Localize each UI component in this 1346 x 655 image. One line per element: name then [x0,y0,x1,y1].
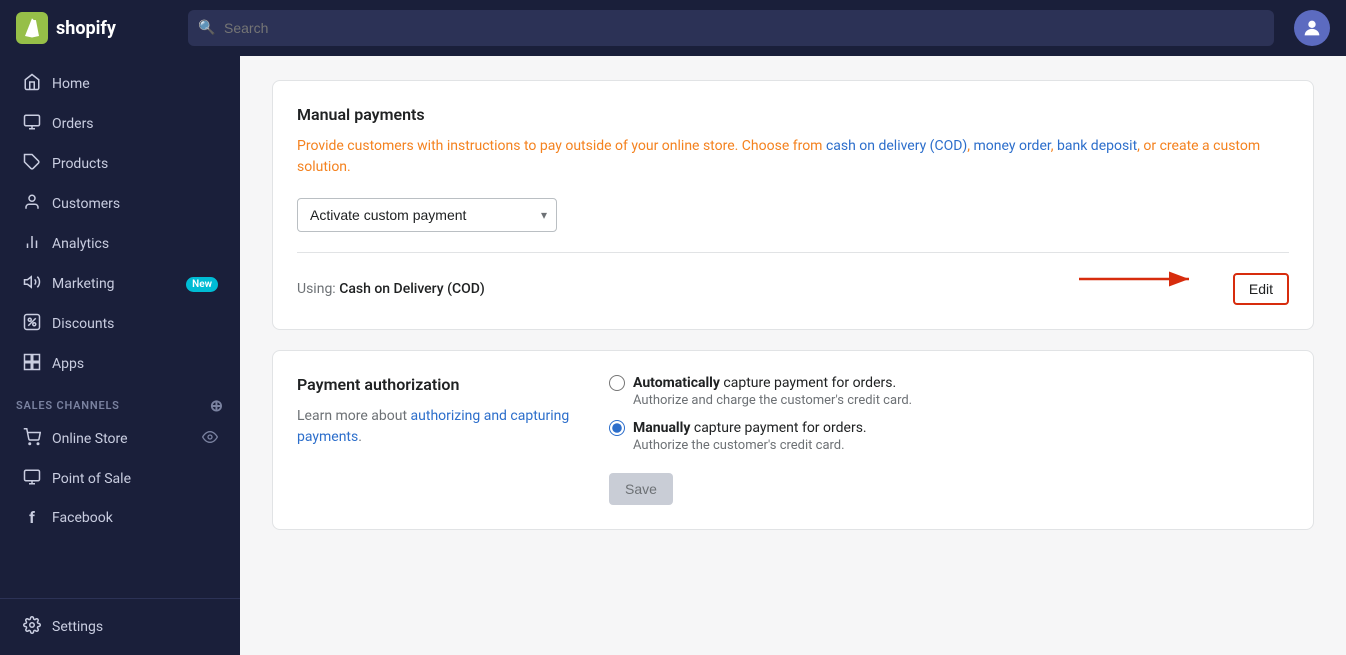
payment-auth-right: Automatically capture payment for orders… [609,375,1289,505]
money-order-link[interactable]: money order [974,138,1051,154]
eye-icon[interactable] [202,429,218,449]
analytics-icon [22,233,42,255]
sidebar-item-discounts-label: Discounts [52,316,114,332]
payment-auth-learn-more: Learn more about authorizing and capturi… [297,406,577,448]
activate-payment-select-wrapper: Activate custom payment Cash on Delivery… [297,198,557,232]
apps-icon [22,353,42,375]
manual-payments-description: Provide customers with instructions to p… [297,136,1289,178]
radio-group: Automatically capture payment for orders… [609,375,1289,453]
sidebar-item-settings-label: Settings [52,619,103,635]
logo-text: shopify [56,18,116,39]
settings-icon [22,616,42,638]
search-input[interactable] [188,10,1274,46]
sales-channels-section: SALES CHANNELS ⊕ [0,384,240,419]
auto-capture-sub: Authorize and charge the customer's cred… [609,393,1289,408]
sidebar-item-home[interactable]: Home [6,64,234,104]
divider [297,252,1289,253]
payment-auth-title: Payment authorization [297,375,577,394]
manual-payments-title: Manual payments [297,105,1289,124]
edit-button[interactable]: Edit [1233,273,1289,305]
manual-capture-radio-item: Manually capture payment for orders. Aut… [609,420,1289,453]
topbar: shopify 🔍 [0,0,1346,56]
using-text: Using: Cash on Delivery (COD) [297,281,485,297]
point-of-sale-icon [22,468,42,490]
marketing-icon [22,273,42,295]
activate-payment-select[interactable]: Activate custom payment Cash on Delivery… [297,198,557,232]
sidebar-item-products-label: Products [52,156,108,172]
sidebar-item-apps-label: Apps [52,356,84,372]
sidebar-item-marketing-label: Marketing [52,276,115,292]
auto-capture-radio[interactable] [609,375,625,391]
main-content: Manual payments Provide customers with i… [240,56,1346,655]
manual-capture-label[interactable]: Manually capture payment for orders. [609,420,1289,436]
payment-auth-card: Payment authorization Learn more about a… [272,350,1314,530]
cod-link[interactable]: cash on delivery (COD) [826,138,967,154]
edit-button-container: Edit [1233,273,1289,305]
sidebar-item-home-label: Home [52,76,90,92]
home-icon [22,73,42,95]
sidebar-item-customers-label: Customers [52,196,120,212]
sidebar: Home Orders Products Customers Analytics [0,56,240,655]
bank-deposit-link[interactable]: bank deposit [1057,138,1137,154]
using-row: Using: Cash on Delivery (COD) [297,273,1289,305]
payment-auth-inner: Payment authorization Learn more about a… [273,351,1313,529]
discounts-icon [22,313,42,335]
logo: shopify [16,12,176,44]
using-label: Using: [297,281,336,297]
sales-channels-label: SALES CHANNELS [16,399,120,412]
sidebar-item-orders[interactable]: Orders [6,104,234,144]
sidebar-item-settings[interactable]: Settings [6,607,234,647]
search-wrapper: 🔍 [188,10,1274,46]
sidebar-item-facebook[interactable]: f Facebook [6,499,234,536]
manual-payments-inner: Manual payments Provide customers with i… [273,81,1313,329]
auto-capture-text: Automatically capture payment for orders… [633,375,896,391]
avatar[interactable] [1294,10,1330,46]
auto-capture-radio-item: Automatically capture payment for orders… [609,375,1289,408]
manual-payments-card: Manual payments Provide customers with i… [272,80,1314,330]
customers-icon [22,193,42,215]
sidebar-item-orders-label: Orders [52,116,94,132]
sidebar-item-pos-label: Point of Sale [52,471,131,487]
save-button[interactable]: Save [609,473,673,505]
sidebar-item-discounts[interactable]: Discounts [6,304,234,344]
manual-capture-text: Manually capture payment for orders. [633,420,867,436]
search-icon: 🔍 [198,20,215,36]
sidebar-item-apps[interactable]: Apps [6,344,234,384]
auto-capture-label[interactable]: Automatically capture payment for orders… [609,375,1289,391]
learn-more-text: Learn more about [297,408,411,424]
sidebar-item-analytics-label: Analytics [52,236,109,252]
facebook-icon: f [22,508,42,527]
products-icon [22,153,42,175]
sidebar-item-products[interactable]: Products [6,144,234,184]
sidebar-item-point-of-sale[interactable]: Point of Sale [6,459,234,499]
online-store-icon [22,428,42,450]
sidebar-item-marketing[interactable]: Marketing New [6,264,234,304]
sidebar-item-customers[interactable]: Customers [6,184,234,224]
using-value: Cash on Delivery (COD) [339,281,485,297]
payment-auth-left: Payment authorization Learn more about a… [297,375,577,505]
sidebar-item-online-store[interactable]: Online Store [6,419,234,459]
add-channel-icon[interactable]: ⊕ [210,396,224,415]
sidebar-item-analytics[interactable]: Analytics [6,224,234,264]
layout: Home Orders Products Customers Analytics [0,56,1346,655]
marketing-badge: New [186,277,218,292]
orders-icon [22,113,42,135]
sidebar-item-facebook-label: Facebook [52,510,113,526]
sidebar-bottom: Settings [0,598,240,647]
shopify-logo-icon [16,12,48,44]
manual-capture-radio[interactable] [609,420,625,436]
payment-auth-two-col: Payment authorization Learn more about a… [297,375,1289,505]
sidebar-item-online-store-label: Online Store [52,431,128,447]
manual-capture-sub: Authorize the customer's credit card. [609,438,1289,453]
learn-more-suffix: . [358,429,362,445]
annotation-arrow [1069,259,1209,299]
